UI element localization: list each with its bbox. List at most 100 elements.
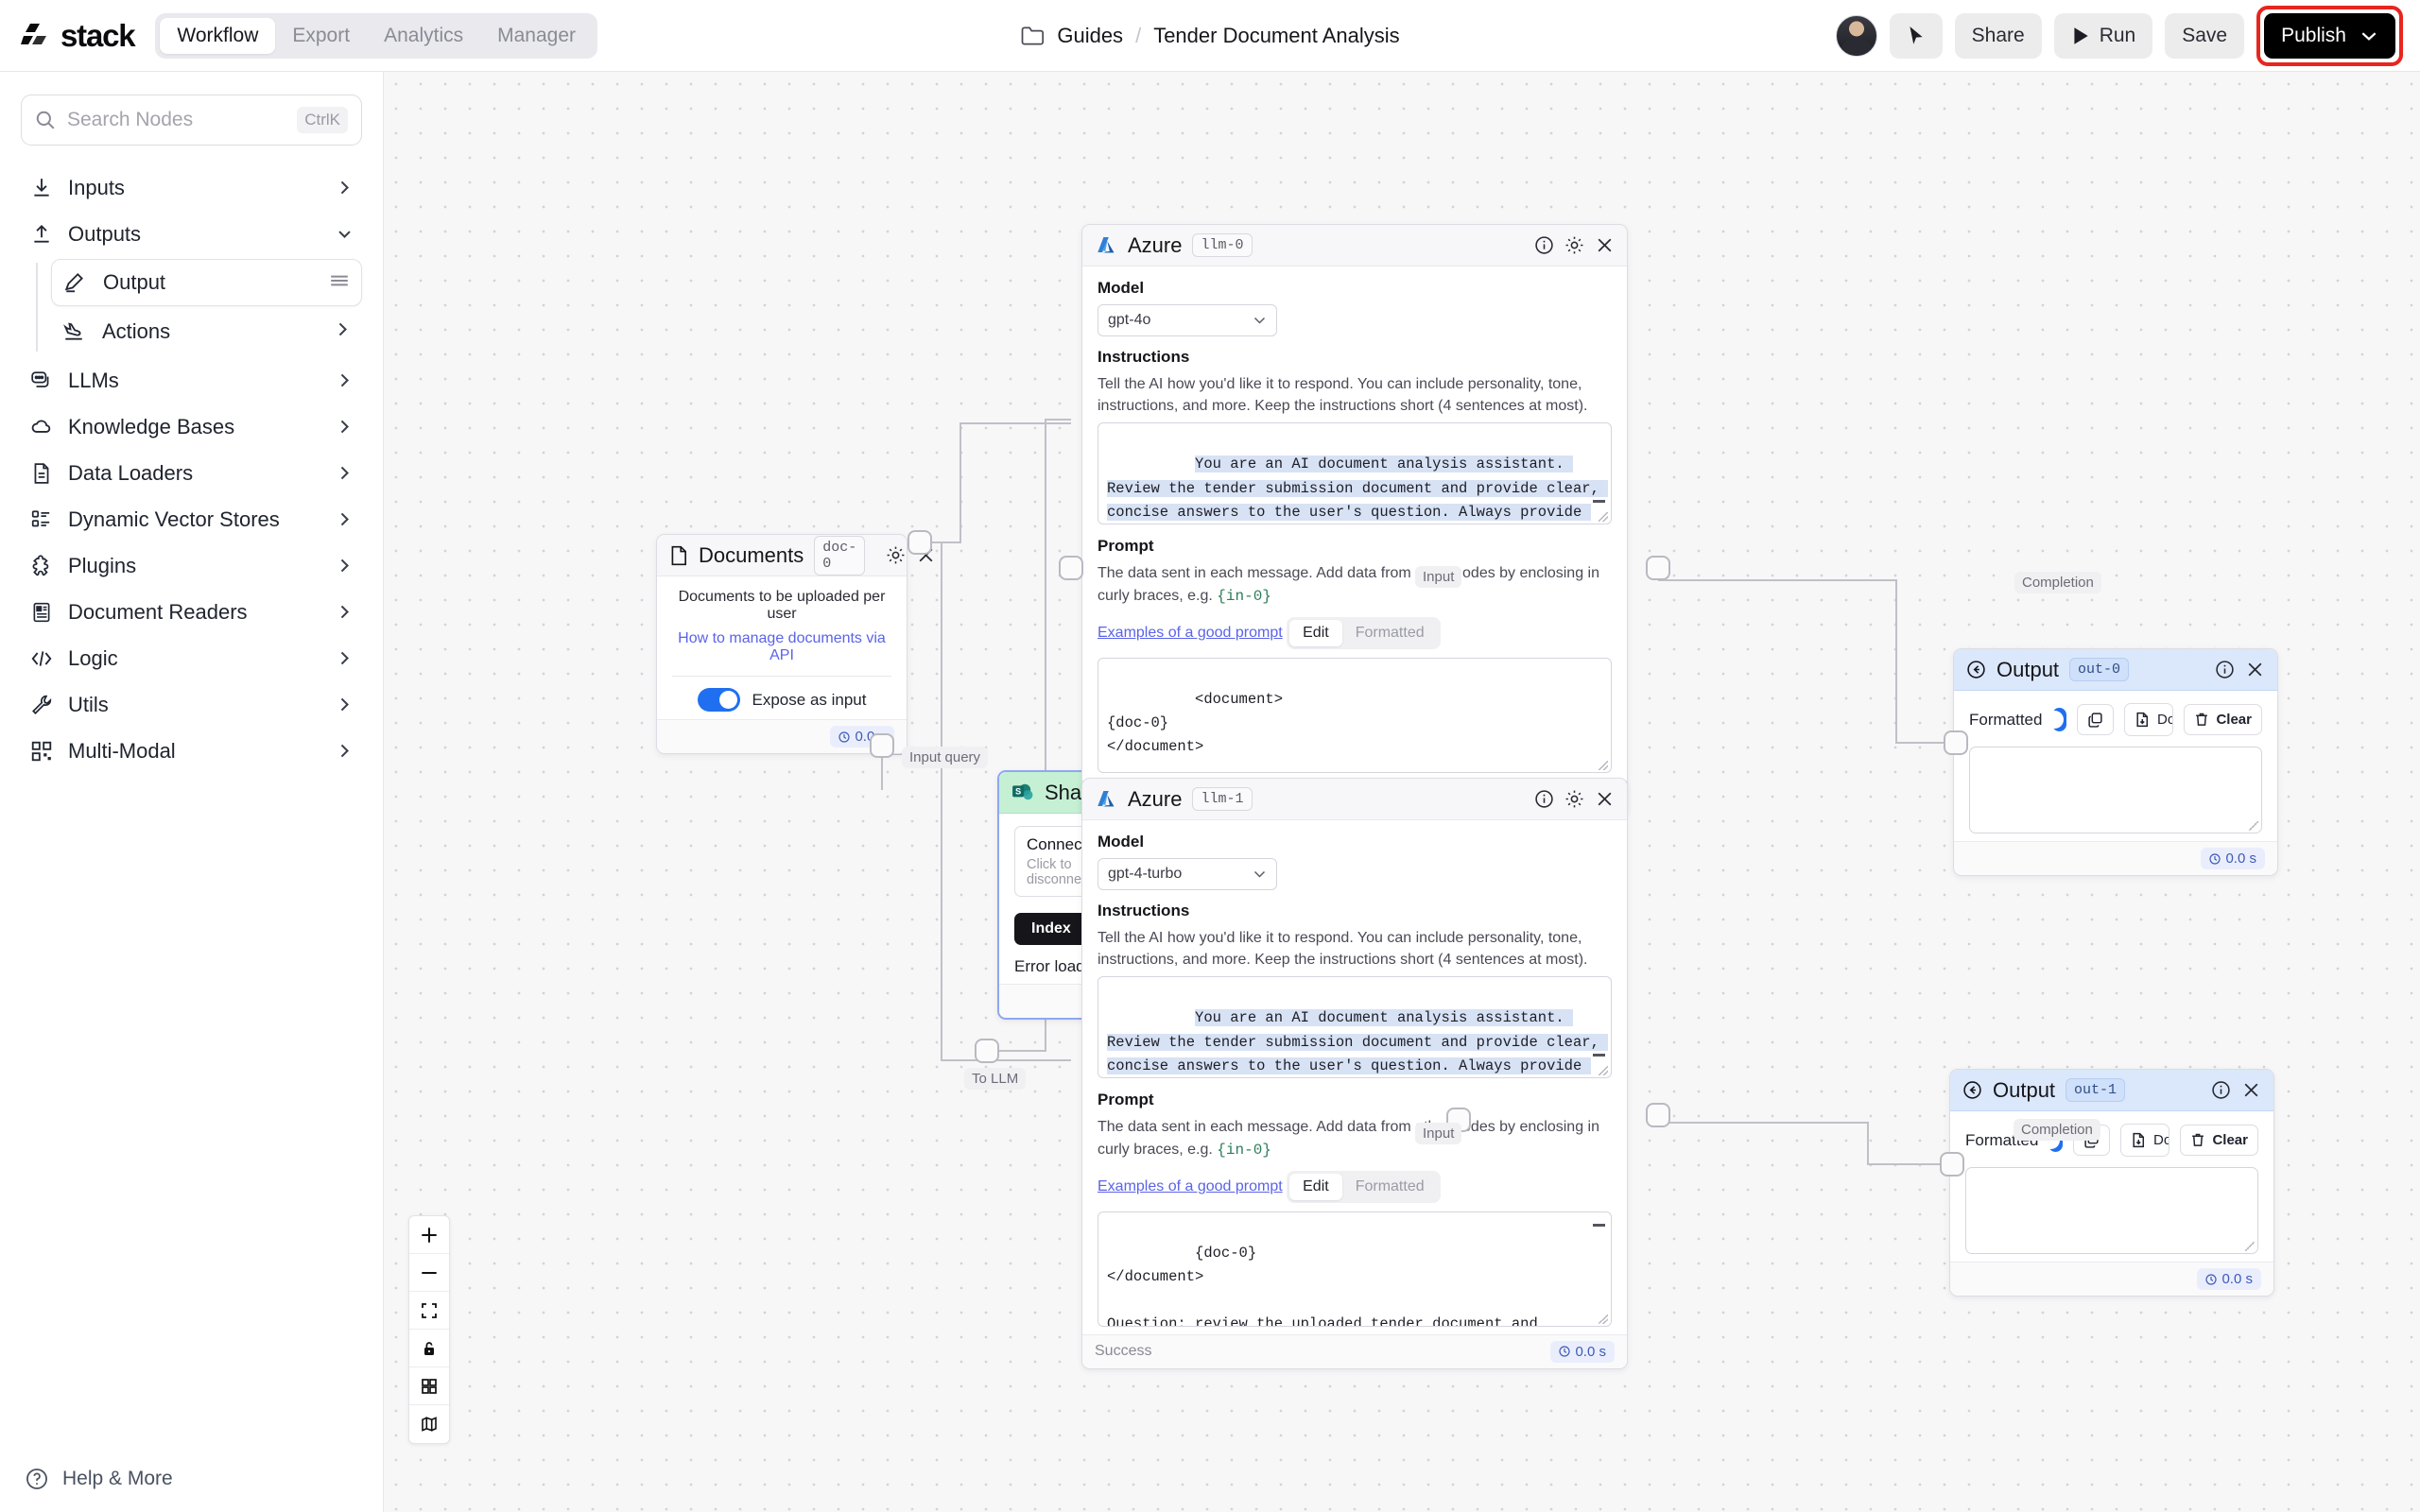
search-input[interactable]: Search Nodes CtrlK	[21, 94, 362, 146]
arrow-left-circle-icon[interactable]	[1962, 1080, 1982, 1100]
port-out0-input[interactable]	[1944, 730, 1968, 755]
sidebar-item-logic[interactable]: Logic	[21, 635, 362, 681]
llm1-mode-edit[interactable]: Edit	[1289, 1173, 1342, 1200]
llm0-instructions-textarea[interactable]: You are an AI document analysis assistan…	[1098, 422, 1612, 525]
brand-logo[interactable]: stack	[21, 17, 136, 54]
llm0-prompt-examples-link[interactable]: Examples of a good prompt	[1098, 625, 1283, 642]
minimap-button[interactable]	[409, 1405, 449, 1443]
info-icon[interactable]	[1534, 789, 1554, 809]
breadcrumb-parent[interactable]: Guides	[1057, 24, 1123, 48]
help-and-more-button[interactable]: Help & More	[25, 1467, 173, 1491]
port-llm1-completion[interactable]	[1646, 1103, 1670, 1127]
llm0-instructions-value: You are an AI document analysis assistan…	[1107, 455, 1609, 524]
llm0-prompt-textarea[interactable]: <document> {doc-0} </document> Question:…	[1098, 657, 1612, 773]
port-llm0-input[interactable]	[1059, 556, 1083, 580]
cursor-tool-button[interactable]	[1889, 12, 1943, 59]
llm1-instructions-textarea[interactable]: You are an AI document analysis assistan…	[1098, 976, 1612, 1079]
document-reader-icon	[30, 601, 68, 624]
sidebar-item-llms[interactable]: LLMs	[21, 357, 362, 404]
resize-grip-icon[interactable]	[2249, 821, 2258, 831]
port-sharepoint-to-llm[interactable]	[975, 1039, 999, 1063]
info-icon[interactable]	[1534, 235, 1554, 255]
breadcrumb-separator: /	[1135, 23, 1142, 47]
tab-analytics[interactable]: Analytics	[367, 18, 480, 54]
out0-clear-button[interactable]: Clear	[2184, 704, 2262, 735]
llm0-model-value: gpt-4o	[1108, 312, 1151, 328]
llm1-prompt-textarea[interactable]: {doc-0} </document> Question: review the…	[1098, 1211, 1612, 1327]
sidebar-item-actions[interactable]: Actions	[51, 308, 362, 355]
node-documents[interactable]: Documents doc-0 Documents to be uploaded…	[656, 534, 933, 754]
info-icon[interactable]	[2211, 1080, 2231, 1100]
tab-export[interactable]: Export	[275, 18, 367, 54]
sidebar-item-utils[interactable]: Utils	[21, 681, 362, 728]
azure-icon	[1095, 789, 1117, 810]
sidebar-item-outputs[interactable]: Outputs	[21, 211, 362, 257]
resize-grip-icon[interactable]	[2245, 1242, 2255, 1251]
sharepoint-index-button[interactable]: Index	[1014, 913, 1088, 945]
expose-as-input-toggle[interactable]	[697, 688, 740, 712]
close-icon[interactable]	[2245, 660, 2265, 679]
gear-icon[interactable]	[1564, 235, 1584, 255]
sidebar-item-knowledge-bases[interactable]: Knowledge Bases	[21, 404, 362, 450]
llm1-model-select[interactable]: gpt-4-turbo	[1098, 858, 1277, 890]
lock-canvas-button[interactable]	[409, 1330, 449, 1367]
resize-grip-icon[interactable]	[1599, 1066, 1608, 1076]
gear-icon[interactable]	[886, 545, 906, 565]
gear-icon[interactable]	[1564, 789, 1584, 809]
code-icon	[30, 647, 68, 670]
fit-view-button[interactable]	[409, 1292, 449, 1330]
port-sharepoint-input-query[interactable]	[870, 733, 894, 758]
run-button[interactable]: Run	[2053, 12, 2153, 59]
workflow-canvas[interactable]: Input query To LLM Input Input Completio…	[384, 72, 2420, 1512]
out0-result-area[interactable]	[1969, 747, 2262, 833]
node-azure-llm-1[interactable]: Azure llm-1 Model gpt-4-turbo Instructio…	[1081, 778, 1628, 1369]
breadcrumb-current[interactable]: Tender Document Analysis	[1153, 24, 1399, 48]
arrow-left-circle-icon[interactable]	[1966, 660, 1986, 679]
upload-icon	[30, 223, 68, 246]
port-llm0-completion[interactable]	[1646, 556, 1670, 580]
sidebar-item-plugins[interactable]: Plugins	[21, 542, 362, 589]
out1-download-button[interactable]: Download	[2121, 1125, 2169, 1156]
tab-workflow[interactable]: Workflow	[160, 17, 276, 54]
save-button[interactable]: Save	[2165, 12, 2245, 59]
close-icon[interactable]	[1595, 789, 1615, 809]
sidebar-item-dynamic-vector-stores[interactable]: Dynamic Vector Stores	[21, 496, 362, 542]
llm1-prompt-examples-link[interactable]: Examples of a good prompt	[1098, 1178, 1283, 1195]
port-documents-output[interactable]	[908, 530, 932, 555]
publish-button[interactable]: Publish	[2264, 12, 2395, 59]
llm1-mode-formatted[interactable]: Formatted	[1342, 1174, 1438, 1200]
zoom-out-button[interactable]	[409, 1254, 449, 1292]
llm0-mode-edit[interactable]: Edit	[1289, 619, 1342, 646]
share-button[interactable]: Share	[1954, 12, 2042, 59]
out0-copy-button[interactable]	[2076, 704, 2114, 735]
llm0-model-select[interactable]: gpt-4o	[1098, 304, 1277, 336]
toggle-grid-button[interactable]	[409, 1367, 449, 1405]
port-out1-input[interactable]	[1940, 1152, 1964, 1177]
llm0-mode-formatted[interactable]: Formatted	[1342, 620, 1438, 646]
tab-manager[interactable]: Manager	[480, 18, 593, 54]
avatar[interactable]	[1835, 14, 1877, 57]
sidebar-item-data-loaders[interactable]: Data Loaders	[21, 450, 362, 496]
resize-grip-icon[interactable]	[1599, 1314, 1608, 1324]
node-output-1[interactable]: Output out-1 Formatted Do Clear 0.0 s	[1949, 1069, 2274, 1297]
sidebar-item-document-readers[interactable]: Document Readers	[21, 589, 362, 635]
out1-result-area[interactable]	[1965, 1167, 2258, 1254]
info-icon[interactable]	[2215, 660, 2235, 679]
azure-glyph	[1098, 790, 1115, 806]
close-icon[interactable]	[2241, 1080, 2261, 1100]
zoom-in-button[interactable]	[409, 1216, 449, 1254]
brand-name: stack	[60, 17, 136, 53]
close-icon[interactable]	[1595, 235, 1615, 255]
manage-documents-api-link[interactable]: How to manage documents via API	[672, 630, 891, 664]
sidebar-item-output[interactable]: Output	[51, 259, 362, 306]
resize-grip-icon[interactable]	[1599, 512, 1608, 523]
sidebar-item-inputs[interactable]: Inputs	[21, 164, 362, 211]
sidebar-item-multi-modal[interactable]: Multi-Modal	[21, 728, 362, 774]
out0-formatted-toggle[interactable]	[2046, 708, 2066, 731]
node-azure-llm-0[interactable]: Azure llm-0 Model gpt-4o Instructions Te…	[1081, 224, 1628, 816]
resize-grip-icon[interactable]	[1599, 760, 1608, 770]
out1-clear-button[interactable]: Clear	[2180, 1125, 2258, 1156]
drag-handle-icon[interactable]	[329, 273, 350, 293]
out0-download-button[interactable]: Download	[2125, 704, 2172, 735]
node-output-0[interactable]: Output out-0 Formatted Do Clear 0.0 s	[1953, 648, 2278, 876]
